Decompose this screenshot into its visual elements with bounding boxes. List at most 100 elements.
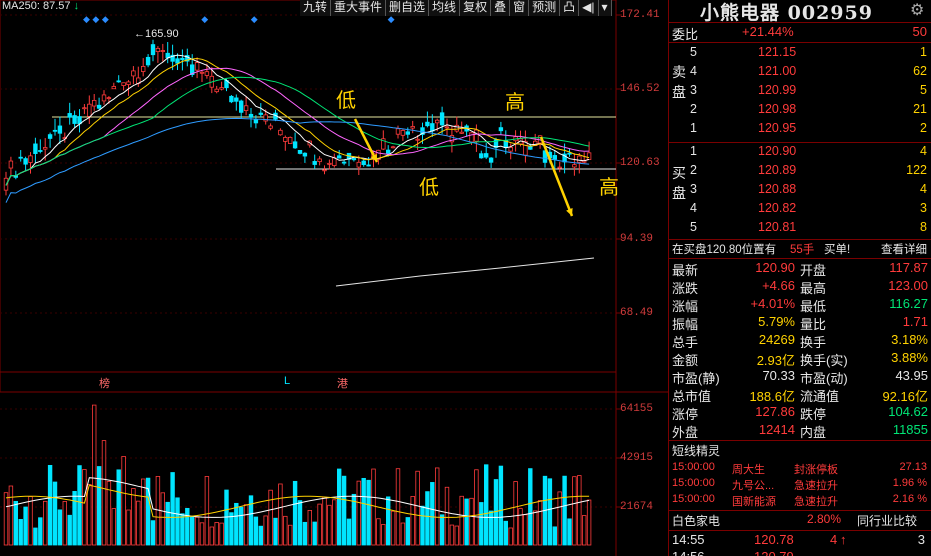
tick-count: 3 xyxy=(917,532,925,547)
tb-back-icon[interactable]: ◀| xyxy=(579,0,599,16)
queue-detail-link[interactable]: 查看详细 xyxy=(881,241,927,257)
news-item[interactable]: 15:00:00 周大生 封涨停板 27.13 xyxy=(672,461,931,476)
candle-body xyxy=(410,126,415,129)
volume-bar xyxy=(518,508,523,546)
volume-bar xyxy=(47,464,53,546)
rank-marker[interactable]: 榜 xyxy=(99,375,110,391)
tb-moving-average-button[interactable]: 均线 xyxy=(429,0,461,16)
tb-tool-button[interactable]: 凸 xyxy=(560,0,580,16)
candle-body xyxy=(38,150,43,152)
volume-bar xyxy=(322,496,327,546)
buy-side-label: 买盘 xyxy=(672,165,686,201)
sector-row[interactable]: 白色家电 2.80% 同行业比较 xyxy=(672,512,931,530)
tb-overlay-button[interactable]: 叠 xyxy=(491,0,511,16)
tb-remove-watchlist-button[interactable]: 删自选 xyxy=(386,0,430,16)
candle-body xyxy=(238,100,244,113)
sell-level-row[interactable]: 2 120.98 21 xyxy=(690,101,931,119)
candle-body xyxy=(199,71,205,74)
buy-level-row[interactable]: 4 120.82 3 xyxy=(690,200,931,218)
sell-side-label: 卖盘 xyxy=(672,64,686,100)
volume-bar xyxy=(371,468,376,546)
hk-marker[interactable]: 港 xyxy=(337,375,348,391)
buy-level-row[interactable]: 3 120.88 4 xyxy=(690,181,931,199)
sell-level-row[interactable]: 3 120.99 5 xyxy=(690,82,931,100)
sector-compare-button[interactable]: 同行业比较 xyxy=(857,512,917,529)
stat-row: 市盈(静) 70.33 市盈(动) 43.95 xyxy=(672,368,931,386)
level-price: 120.98 xyxy=(758,102,797,116)
volume-bar xyxy=(278,483,283,546)
sector-name: 白色家电 xyxy=(672,514,721,528)
stat-label: 流通值 xyxy=(800,389,840,404)
volume-bar xyxy=(140,478,146,546)
news-value: 27.13 xyxy=(899,461,927,473)
tb-forecast-button[interactable]: 预测 xyxy=(529,0,561,16)
volume-bar xyxy=(116,469,121,546)
volume-bar xyxy=(248,495,254,546)
level-volume: 4 xyxy=(920,182,927,196)
candle-body xyxy=(18,156,23,159)
candle-body xyxy=(258,112,263,115)
candle-body xyxy=(351,158,357,161)
volume-bar xyxy=(464,498,469,546)
candle-body xyxy=(366,164,371,167)
volume-bar xyxy=(3,492,9,546)
stat-label: 换手 xyxy=(800,335,827,350)
level-number: 4 xyxy=(690,64,697,78)
volume-bar xyxy=(503,520,508,546)
volume-bar xyxy=(209,526,214,546)
volume-bar xyxy=(121,456,126,546)
news-time: 15:00:00 xyxy=(672,493,715,505)
sell-level-row[interactable]: 1 120.95 2 xyxy=(690,120,931,138)
tb-dropdown-icon[interactable]: ▾ xyxy=(598,0,612,16)
volume-bar xyxy=(150,520,156,546)
sell-level-row[interactable]: 5 121.15 1 xyxy=(690,44,931,62)
candlestick-chart[interactable] xyxy=(0,0,668,556)
tb-window-button[interactable]: 窗 xyxy=(510,0,530,16)
ma250-arrow-icon: ↓ xyxy=(73,0,80,12)
volume-bar xyxy=(77,465,82,546)
stat-label: 换手(实) xyxy=(800,353,848,368)
candle-body xyxy=(229,95,234,103)
tb-jiuzhuan-button[interactable]: 九转 xyxy=(300,0,332,16)
level-volume: 4 xyxy=(920,144,927,158)
volume-bar xyxy=(381,524,386,546)
volume-bar xyxy=(415,470,420,546)
volume-bar xyxy=(376,518,381,546)
news-value: 1.96 % xyxy=(892,477,927,489)
tb-adjust-button[interactable]: 复权 xyxy=(460,0,492,16)
candle-body xyxy=(96,104,102,109)
buy-level-row[interactable]: 2 120.89 122 xyxy=(690,162,931,180)
stat-value: 3.88% xyxy=(891,350,928,365)
volume-bar xyxy=(459,495,464,546)
volume-bar xyxy=(292,480,298,546)
news-title[interactable]: 短线精灵 xyxy=(672,442,931,460)
news-item[interactable]: 15:00:00 国新能源 急速拉升 2.16 % xyxy=(672,493,931,508)
candle-body xyxy=(302,152,308,157)
volume-bar xyxy=(268,489,273,546)
candle-body xyxy=(312,161,317,165)
level-number: 1 xyxy=(690,144,697,158)
candle-body xyxy=(121,82,126,86)
candle-body xyxy=(57,125,63,134)
buy-level-row[interactable]: 1 120.90 4 xyxy=(690,143,931,161)
stat-label: 跌停 xyxy=(800,407,827,422)
news-item[interactable]: 15:00:00 九号公... 急速拉升 1.96 % xyxy=(672,477,931,492)
stat-value: 11855 xyxy=(892,422,928,437)
tb-major-events-button[interactable]: 重大事件 xyxy=(331,0,387,16)
stat-value: 104.62 xyxy=(888,404,928,419)
volume-bar xyxy=(185,507,190,546)
stock-code: 002959 xyxy=(787,2,873,24)
settings-icon[interactable]: ⚙ xyxy=(910,0,924,20)
l-marker[interactable]: L xyxy=(284,375,290,387)
stat-value: 5.79% xyxy=(758,314,795,329)
chart-toolbar: 九转 重大事件 删自选 均线 复权 叠 窗 预测 凸 ◀| ▾ xyxy=(300,0,612,16)
volume-bar xyxy=(439,514,445,546)
candle-body xyxy=(253,119,259,124)
level-volume: 2 xyxy=(920,121,927,135)
level-number: 5 xyxy=(690,220,697,234)
sell-level-row[interactable]: 4 121.00 62 xyxy=(690,63,931,81)
candle-body xyxy=(459,131,464,134)
buy-level-row[interactable]: 5 120.81 8 xyxy=(690,219,931,237)
candle-body xyxy=(390,146,396,149)
candle-body xyxy=(415,138,420,141)
